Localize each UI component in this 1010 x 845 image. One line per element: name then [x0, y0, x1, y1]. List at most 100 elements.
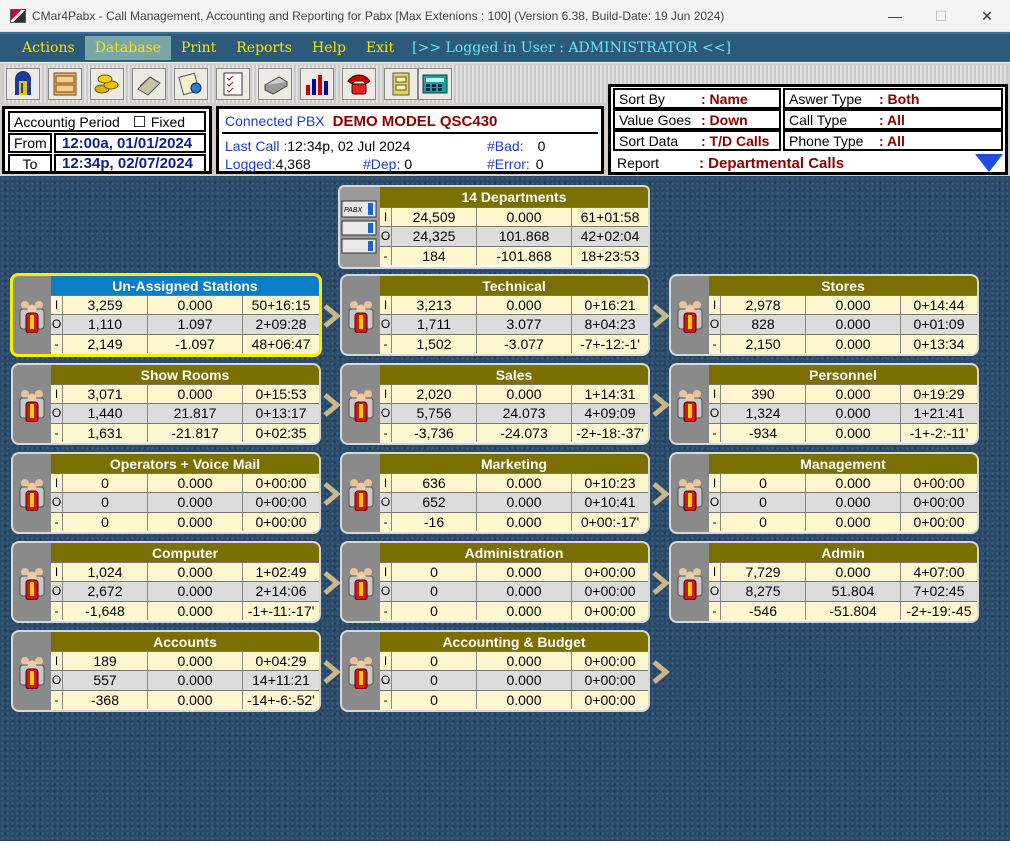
- chevron-right-icon: [323, 660, 341, 684]
- from-label: From: [8, 133, 52, 153]
- printer-icon[interactable]: [258, 68, 292, 100]
- department-card[interactable]: Accounting & Budget I 0 0.000 0+00:00 O 0 0.000…: [340, 630, 650, 712]
- stats-row-diff: -0 0.000 0+00:00: [380, 689, 648, 709]
- department-card[interactable]: Management I 0 0.000 0+00:00 O 0 0.000 0+00:00-0…: [669, 452, 979, 534]
- pbx-device-icon: PABX: [340, 187, 380, 267]
- menu-reports[interactable]: Reports: [226, 36, 302, 60]
- menu-help[interactable]: Help: [302, 36, 356, 60]
- app-icon: [10, 8, 26, 23]
- call-count: 0: [392, 690, 477, 709]
- call-cost: 0.000: [806, 296, 901, 315]
- department-card[interactable]: Technical I 3,213 0.000 0+16:21 O 1,711 3.077 8+…: [340, 274, 650, 356]
- call-type-option[interactable]: Call Type: All: [783, 109, 1003, 130]
- department-card[interactable]: Stores I 2,978 0.000 0+14:44 O 828 0.000 0+01:09…: [669, 274, 979, 356]
- call-duration: 0+10:23: [584, 475, 636, 492]
- people-icon: [13, 276, 51, 354]
- row-type: O: [51, 671, 63, 690]
- stats-row-diff: - -1,648 0.000 -1+-11:-17': [51, 600, 319, 620]
- checklist-icon[interactable]: [216, 68, 250, 100]
- call-cost: 0.000: [477, 582, 572, 601]
- department-card[interactable]: Un-Assigned Stations I 3,259 0.000 50+16:15 O…: [10, 273, 322, 357]
- call-cost: 0.000: [148, 493, 243, 512]
- error-value: 0: [535, 156, 544, 172]
- menu-print[interactable]: Print: [171, 36, 226, 60]
- department-card[interactable]: Personnel I 390 0.000 0+19:29 O 1,324 0.000 1+21…: [669, 363, 979, 445]
- report-option[interactable]: Report: Departmental Calls: [617, 153, 977, 173]
- answer-type-option[interactable]: Aswer Type: Both: [783, 88, 1003, 109]
- call-duration: 0+00:00: [584, 672, 636, 689]
- call-count: 0: [721, 474, 806, 493]
- row-type: I: [51, 474, 63, 493]
- call-count: -368: [63, 690, 148, 709]
- call-count: 0: [63, 512, 148, 531]
- call-duration: 0+00:00: [255, 475, 307, 492]
- department-stats: I 0 0.000 0+00:00 O 0 0.000 0+00:00 -0 0.000 0+00:…: [380, 651, 648, 710]
- department-stats: I 7,729 0.000 4+07:00 O 8,275 51.804 7+02:45- -5…: [709, 562, 977, 621]
- department-name: Technical: [380, 276, 648, 295]
- fixed-checkbox[interactable]: [133, 116, 145, 127]
- call-count: 3,259: [63, 296, 148, 315]
- phonebook-icon[interactable]: [132, 68, 166, 100]
- close-button[interactable]: ✕: [964, 0, 1010, 32]
- file-cabinet-icon[interactable]: [384, 68, 418, 100]
- menu-database[interactable]: Database: [84, 36, 172, 60]
- menu-actions[interactable]: Actions: [12, 36, 85, 60]
- call-duration: 0+00:00: [913, 513, 965, 530]
- call-cost: 3.077: [477, 315, 572, 334]
- menu-exit[interactable]: Exit: [356, 36, 404, 60]
- stats-row-out: O 652 0.000 0+10:41: [380, 492, 648, 512]
- row-type: O: [709, 582, 721, 601]
- stats-row-in: I 0 0.000 0+00:00: [380, 562, 648, 582]
- department-card[interactable]: Marketing I 636 0.000 0+10:23 O 652 0.000 0+10:4…: [340, 452, 650, 534]
- value-goes-option[interactable]: Value Goes: Down: [613, 109, 781, 130]
- department-card[interactable]: Operators + Voice Mail I 0 0.000 0+00:00 O 0 0.…: [11, 452, 321, 534]
- row-type: O: [380, 404, 392, 423]
- call-duration: 2+14:06: [255, 583, 307, 600]
- telephone-icon[interactable]: [342, 68, 376, 100]
- calculator-icon[interactable]: [418, 68, 452, 100]
- people-icon: [13, 543, 51, 621]
- department-name: Accounting & Budget: [380, 632, 648, 651]
- summary-rows: I 24,509 0.000 61+01:58 O 24,325 101.868 42+02…: [380, 207, 648, 267]
- sort-data-option[interactable]: Sort Data: T/D Calls: [613, 130, 781, 151]
- maximize-button[interactable]: ☐: [918, 0, 964, 32]
- minimize-button[interactable]: —: [872, 0, 918, 32]
- chevron-right-icon: [323, 482, 341, 506]
- department-card[interactable]: Administration I 0 0.000 0+00:00 O 0 0.000 0+00:…: [340, 541, 650, 623]
- accounting-period-panel: Accountig Period Fixed From 12:00a, 01/0…: [2, 106, 212, 174]
- sort-by-option[interactable]: Sort By: Name: [613, 88, 781, 109]
- call-duration: 0+10:41: [584, 494, 636, 511]
- department-stats: I 0 0.000 0+00:00 O 0 0.000 0+00:00 -0 0.000 0+00:…: [709, 473, 977, 532]
- department-name: Operators + Voice Mail: [51, 454, 319, 473]
- departments-summary[interactable]: PABX 14 Departments I 24,509 0.000 61+01:58…: [338, 185, 650, 269]
- department-card[interactable]: Admin I 7,729 0.000 4+07:00 O 8,275 51.804 7+02:…: [669, 541, 979, 623]
- department-card[interactable]: Computer I 1,024 0.000 1+02:49 O 2,672 0.000 2+1…: [11, 541, 321, 623]
- exit-door-icon[interactable]: [6, 68, 40, 100]
- phone-type-option[interactable]: Phone Type: All: [783, 130, 1003, 151]
- department-card[interactable]: Accounts I 189 0.000 0+04:29 O 557 0.000 14+11:2…: [11, 630, 321, 712]
- to-date-field[interactable]: 12:34p, 02/07/2024: [54, 154, 206, 173]
- row-type: I: [51, 296, 63, 315]
- department-card[interactable]: Sales I 2,020 0.000 1+14:31 O 5,756 24.073 4+09:…: [340, 363, 650, 445]
- call-count: 8,275: [721, 582, 806, 601]
- dep-value: 0: [404, 156, 413, 172]
- logged-user-status: [>> Logged in User : ADMINISTRATOR <<]: [412, 40, 731, 56]
- call-duration: 0+00:00: [913, 475, 965, 492]
- report-dropdown-icon[interactable]: [975, 154, 1003, 172]
- summary-row-diff: -184 -101.868 18+23:53: [380, 245, 648, 265]
- row-type: I: [51, 563, 63, 582]
- row-type: I: [380, 474, 392, 493]
- settings-doc-icon[interactable]: [174, 68, 208, 100]
- department-card[interactable]: Show Rooms I 3,071 0.000 0+15:53 O 1,440 21.817…: [11, 363, 321, 445]
- row-type: I: [380, 563, 392, 582]
- department-stats: I 0 0.000 0+00:00 O 0 0.000 0+00:00 -0 0.000 0+00:…: [51, 473, 319, 532]
- call-cost: 0.000: [148, 601, 243, 620]
- chevron-right-icon: [652, 393, 670, 417]
- from-date-field[interactable]: 12:00a, 01/01/2024: [54, 133, 206, 153]
- chart-icon[interactable]: [300, 68, 334, 100]
- stats-row-in: I 636 0.000 0+10:23: [380, 473, 648, 493]
- coins-icon[interactable]: [90, 68, 124, 100]
- chevron-right-icon: [323, 571, 341, 595]
- cabinet-icon[interactable]: [48, 68, 82, 100]
- call-count: 652: [392, 493, 477, 512]
